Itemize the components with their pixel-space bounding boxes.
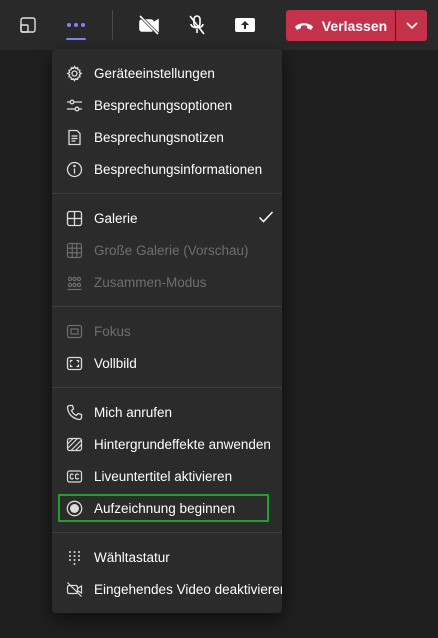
menu-divider	[52, 387, 282, 388]
leave-button-label: Verlassen	[321, 17, 388, 34]
menu-item-call-me[interactable]: Mich anrufen	[52, 396, 282, 428]
meeting-toolbar: Verlassen	[0, 0, 438, 50]
menu-item-disable-incoming-video[interactable]: Eingehendes Video deaktivieren	[52, 573, 282, 605]
active-indicator	[66, 38, 86, 40]
chevron-down-icon	[405, 21, 418, 29]
more-options-icon	[67, 23, 85, 27]
leave-options-button[interactable]	[396, 10, 427, 41]
menu-item-label: Besprechungsnotizen	[94, 130, 224, 145]
dialpad-icon	[69, 551, 80, 565]
menu-item-meeting-notes[interactable]: Besprechungsnotizen	[52, 121, 282, 153]
menu-item-label: Vollbild	[94, 356, 137, 371]
mic-toggle-button[interactable]	[179, 8, 215, 42]
menu-item-background-effects[interactable]: Hintergrundeffekte anwenden	[52, 428, 282, 460]
menu-item-label: Fokus	[94, 324, 131, 339]
menu-divider	[52, 193, 282, 194]
camera-off-icon	[138, 15, 160, 35]
info-icon	[66, 161, 83, 178]
menu-item-device-settings[interactable]: Geräteeinstellungen	[52, 57, 282, 89]
phone-icon	[66, 404, 83, 421]
menu-item-label: Galerie	[94, 211, 138, 226]
highlight-box	[58, 494, 269, 522]
video-off-icon	[66, 582, 83, 597]
leave-button[interactable]: Verlassen	[286, 10, 395, 41]
menu-item-label: Eingehendes Video deaktivieren	[94, 582, 282, 597]
mic-off-icon	[189, 15, 205, 35]
large-grid-icon	[66, 242, 83, 259]
share-screen-icon[interactable]	[10, 8, 46, 42]
menu-item-label: Geräteeinstellungen	[94, 66, 215, 81]
menu-item-live-captions[interactable]: Liveuntertitel aktivieren	[52, 460, 282, 492]
menu-item-gallery[interactable]: Galerie	[52, 202, 282, 234]
gear-icon	[66, 65, 83, 82]
menu-item-focus: Fokus	[52, 315, 282, 347]
menu-item-meeting-options[interactable]: Besprechungsoptionen	[52, 89, 282, 121]
menu-item-label: Mich anrufen	[94, 405, 173, 420]
menu-item-label: Große Galerie (Vorschau)	[94, 243, 249, 258]
menu-item-label: Zusammen-Modus	[94, 275, 207, 290]
menu-item-together-mode: Zusammen-Modus	[52, 266, 282, 298]
menu-item-fullscreen[interactable]: Vollbild	[52, 347, 282, 379]
menu-item-label: Besprechungsinformationen	[94, 162, 263, 177]
sliders-icon	[67, 99, 82, 112]
share-tray-icon	[235, 18, 255, 32]
camera-toggle-button[interactable]	[131, 8, 167, 42]
menu-item-dialpad[interactable]: Wähltastatur	[52, 541, 282, 573]
background-effects-icon	[66, 437, 83, 452]
menu-item-large-gallery: Große Galerie (Vorschau)	[52, 234, 282, 266]
notes-icon	[68, 129, 81, 146]
focus-icon	[66, 324, 83, 339]
more-options-menu: Geräteeinstellungen Besprechungsoptionen…	[52, 49, 282, 613]
checkmark-icon	[258, 211, 274, 223]
menu-item-meeting-info[interactable]: Besprechungsinformationen	[52, 153, 282, 185]
grid-icon	[66, 210, 83, 227]
menu-item-label: Besprechungsoptionen	[94, 98, 233, 113]
share-tray-button[interactable]	[227, 8, 263, 42]
toolbar-divider	[112, 10, 113, 40]
menu-item-label: Hintergrundeffekte anwenden	[94, 437, 271, 452]
menu-item-label: Wähltastatur	[94, 550, 170, 565]
menu-divider	[52, 532, 282, 533]
more-options-button[interactable]	[58, 8, 94, 42]
fullscreen-icon	[66, 356, 83, 371]
menu-item-label: Liveuntertitel aktivieren	[94, 469, 233, 484]
people-icon	[67, 276, 82, 291]
captions-icon	[66, 470, 83, 483]
phone-hangup-icon	[294, 22, 313, 30]
menu-divider	[52, 306, 282, 307]
